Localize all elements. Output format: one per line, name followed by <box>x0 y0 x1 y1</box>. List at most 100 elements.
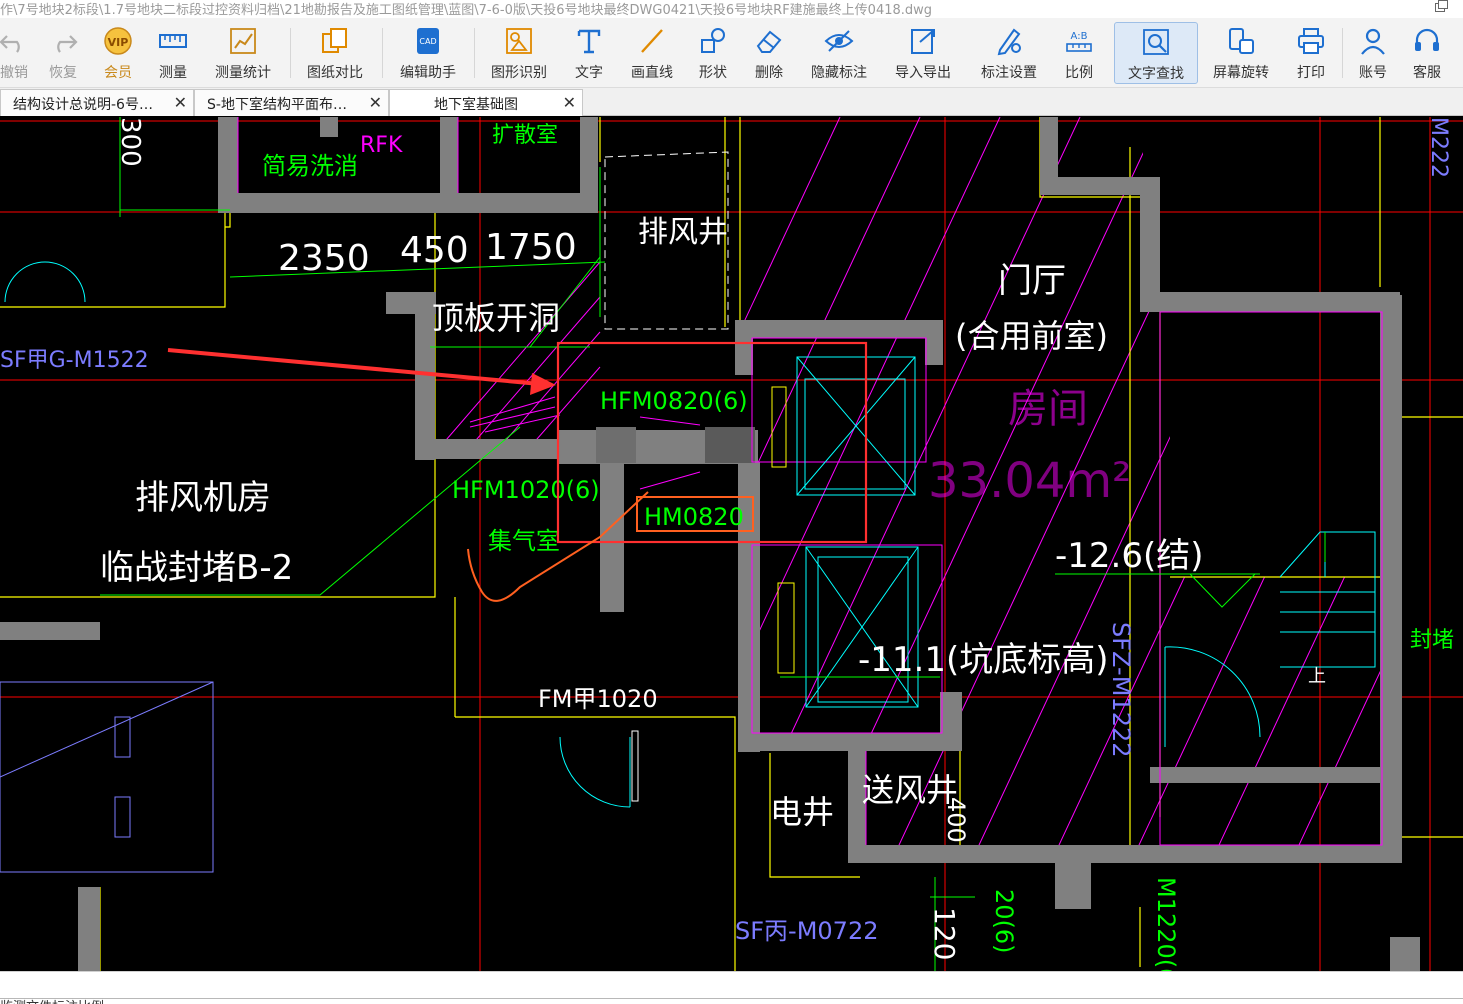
file-path: 作\7号地块2标段\1.7号地块二标段过控资料归档\21地勘报告及施工图纸管理\… <box>0 3 933 18</box>
import-export-button[interactable]: 导入导出 <box>888 22 958 84</box>
room-label-blockage: 临战封堵B-2 <box>100 548 293 588</box>
edit-helper-button[interactable]: CAD 编辑助手 <box>394 22 462 84</box>
equipment-box <box>0 681 214 873</box>
undo-button[interactable]: 撤销 <box>0 22 28 84</box>
scale-button[interactable]: A:B 比例 <box>1056 22 1102 84</box>
tab-basement-foundation[interactable]: 地下室基础图 ✕ <box>389 89 583 116</box>
drawing-canvas[interactable]: 排风机房 临战封堵B-2 简易洗消 RFK 扩散室 2350 450 1750 … <box>0 117 1463 971</box>
vip-label: 会员 <box>104 65 132 81</box>
redo-button[interactable]: 恢复 <box>40 22 86 84</box>
mark-settings-button[interactable]: 标注设置 <box>974 22 1044 84</box>
vip-icon: VIP <box>104 27 132 55</box>
door-label-20-6: 20(6) <box>990 889 1018 954</box>
room-label-elec-shaft: 电井 <box>770 793 834 831</box>
door-label-sfg: SF甲G-M1522 <box>0 348 149 373</box>
cad-labels: 排风机房 临战封堵B-2 简易洗消 RFK 扩散室 2350 450 1750 … <box>0 117 1454 971</box>
dimension-1750: 1750 <box>485 227 577 268</box>
toolbar-divider <box>382 28 383 78</box>
axis-lines <box>0 117 1463 971</box>
dimension-120: 120 <box>928 907 961 960</box>
mark-settings-label: 标注设置 <box>981 65 1037 81</box>
print-label: 打印 <box>1297 65 1325 81</box>
toolbar-divider <box>1342 28 1343 78</box>
headset-icon <box>1415 28 1439 51</box>
hide-mark-label: 隐藏标注 <box>811 65 867 81</box>
dimension-450: 450 <box>400 230 469 271</box>
hatch-left <box>439 261 601 448</box>
annotation-arrow-line[interactable] <box>167 348 541 386</box>
divider <box>0 998 1463 999</box>
tab-label: 地下室基础图 <box>434 97 518 113</box>
toolbar-divider <box>474 28 475 78</box>
scale-label: 比例 <box>1065 65 1093 81</box>
rotate-button[interactable]: 屏幕旋转 <box>1206 22 1276 84</box>
draw-line-button[interactable]: 画直线 <box>624 22 680 84</box>
toolbar-divider <box>290 28 291 78</box>
room-label-wash: 简易洗消 <box>262 152 358 180</box>
tab-structure-notes[interactable]: 结构设计总说明-6号… ✕ <box>0 89 194 116</box>
room-label-expansion: 扩散室 <box>492 123 558 148</box>
main-toolbar: 撤销 恢复 VIP 会员 测量 测量统计 图纸对比 CAD 编辑助手 图形识别 … <box>0 18 1463 88</box>
room-label-hall: 门厅 <box>998 261 1066 301</box>
tab-label: 结构设计总说明-6号… <box>13 97 153 113</box>
shape-label: 形状 <box>699 65 727 81</box>
close-icon[interactable]: ✕ <box>369 93 382 112</box>
service-button[interactable]: 客服 <box>1404 22 1450 84</box>
cad-drawing: 排风机房 临战封堵B-2 简易洗消 RFK 扩散室 2350 450 1750 … <box>0 117 1463 971</box>
text-search-button[interactable]: 文字查找 <box>1114 22 1198 84</box>
redo-label: 恢复 <box>49 65 77 81</box>
door-label-hfm0820: HFM0820(6) <box>600 387 748 415</box>
chart-icon <box>230 28 256 54</box>
user-icon <box>1361 28 1385 55</box>
shape-recog-button[interactable]: 图形识别 <box>486 22 552 84</box>
text-search-icon <box>1143 29 1169 55</box>
measure-stats-button[interactable]: 测量统计 <box>208 22 278 84</box>
label-rfk: RFK <box>360 133 403 158</box>
redo-icon <box>57 35 78 53</box>
level-label-12-6: -12.6(结) <box>1055 536 1204 576</box>
compare-label: 图纸对比 <box>307 65 363 81</box>
title-bar: 作\7号地块2标段\1.7号地块二标段过控资料归档\21地勘报告及施工图纸管理\… <box>0 0 1463 18</box>
ruler-icon <box>159 34 187 48</box>
measure-button[interactable]: 测量 <box>150 22 196 84</box>
close-icon[interactable]: ✕ <box>563 93 576 112</box>
door-label-m222: M222 <box>1426 117 1451 178</box>
vip-button[interactable]: VIP 会员 <box>96 22 140 84</box>
text-icon <box>577 29 601 54</box>
arrow-head-icon <box>530 373 556 395</box>
account-label: 账号 <box>1359 65 1387 81</box>
shape-button[interactable]: 形状 <box>690 22 736 84</box>
eraser-icon <box>756 30 782 53</box>
hide-eye-icon <box>824 30 854 52</box>
tab-basement-layout[interactable]: S-地下室结构平面布… ✕ <box>194 89 389 116</box>
measure-label: 测量 <box>159 65 187 81</box>
close-icon[interactable]: ✕ <box>174 93 187 112</box>
undo-label: 撤销 <box>0 65 28 81</box>
svg-text:CAD: CAD <box>419 37 436 46</box>
text-button[interactable]: 文字 <box>566 22 612 84</box>
restore-window-button[interactable] <box>1433 0 1449 14</box>
status-text: 监测文件标注比例 <box>0 996 104 1004</box>
draw-line-label: 画直线 <box>631 65 673 81</box>
printer-icon <box>1298 28 1324 54</box>
outline-lines <box>0 117 1463 971</box>
edit-helper-label: 编辑助手 <box>400 65 456 81</box>
room-label-room: 房间 <box>1008 386 1088 432</box>
hide-mark-button[interactable]: 隐藏标注 <box>804 22 874 84</box>
status-bar: 监测文件标注比例 <box>0 971 1463 1004</box>
label-roof-opening: 顶板开洞 <box>432 299 560 337</box>
document-tab-bar: 结构设计总说明-6号… ✕ S-地下室结构平面布… ✕ 地下室基础图 ✕ <box>0 88 1463 116</box>
account-button[interactable]: 账号 <box>1350 22 1396 84</box>
rotate-screen-icon <box>1229 28 1254 54</box>
compare-button[interactable]: 图纸对比 <box>302 22 368 84</box>
room-label-exhaust-shaft: 排风井 <box>638 215 728 250</box>
dimension-300: 300 <box>115 117 145 167</box>
door-label-hm0820: HM0820 <box>644 503 744 531</box>
door-label-sfz: SFZ-M1222 <box>1107 622 1135 758</box>
level-label-11-1: -11.1(坑底标高) <box>858 640 1109 680</box>
door-label-sfb: SF丙-M0722 <box>735 917 878 945</box>
delete-button[interactable]: 删除 <box>746 22 792 84</box>
stair-up-label: 上 <box>1308 666 1326 687</box>
delete-label: 删除 <box>755 65 783 81</box>
print-button[interactable]: 打印 <box>1288 22 1334 84</box>
